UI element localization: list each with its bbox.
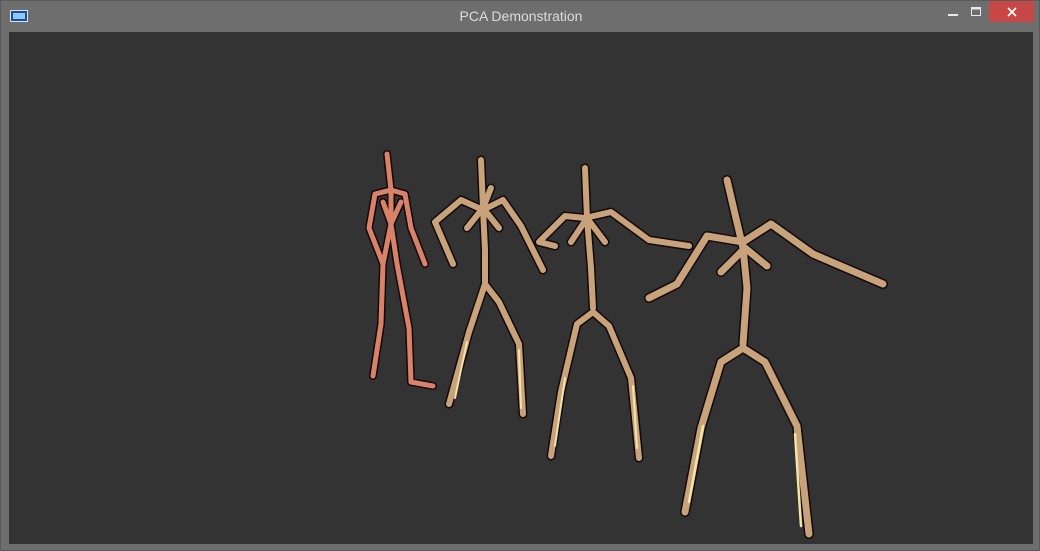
skeleton-figure-reference — [365, 150, 437, 390]
close-button[interactable] — [989, 1, 1034, 22]
render-viewport[interactable] — [9, 32, 1033, 544]
close-icon — [1006, 6, 1017, 17]
skeleton-figure-pca-3 — [644, 175, 888, 539]
minimize-icon — [948, 7, 958, 17]
app-window: PCA Demonstration — [0, 0, 1040, 551]
maximize-button[interactable] — [965, 1, 987, 22]
title-bar[interactable]: PCA Demonstration — [1, 1, 1040, 32]
window-title: PCA Demonstration — [459, 8, 583, 24]
skeleton-figure-pca-1 — [430, 155, 548, 419]
minimize-button[interactable] — [943, 1, 963, 22]
skeleton-figure-pca-2 — [534, 163, 694, 463]
maximize-icon — [971, 6, 981, 17]
skeleton-scene — [365, 150, 888, 539]
